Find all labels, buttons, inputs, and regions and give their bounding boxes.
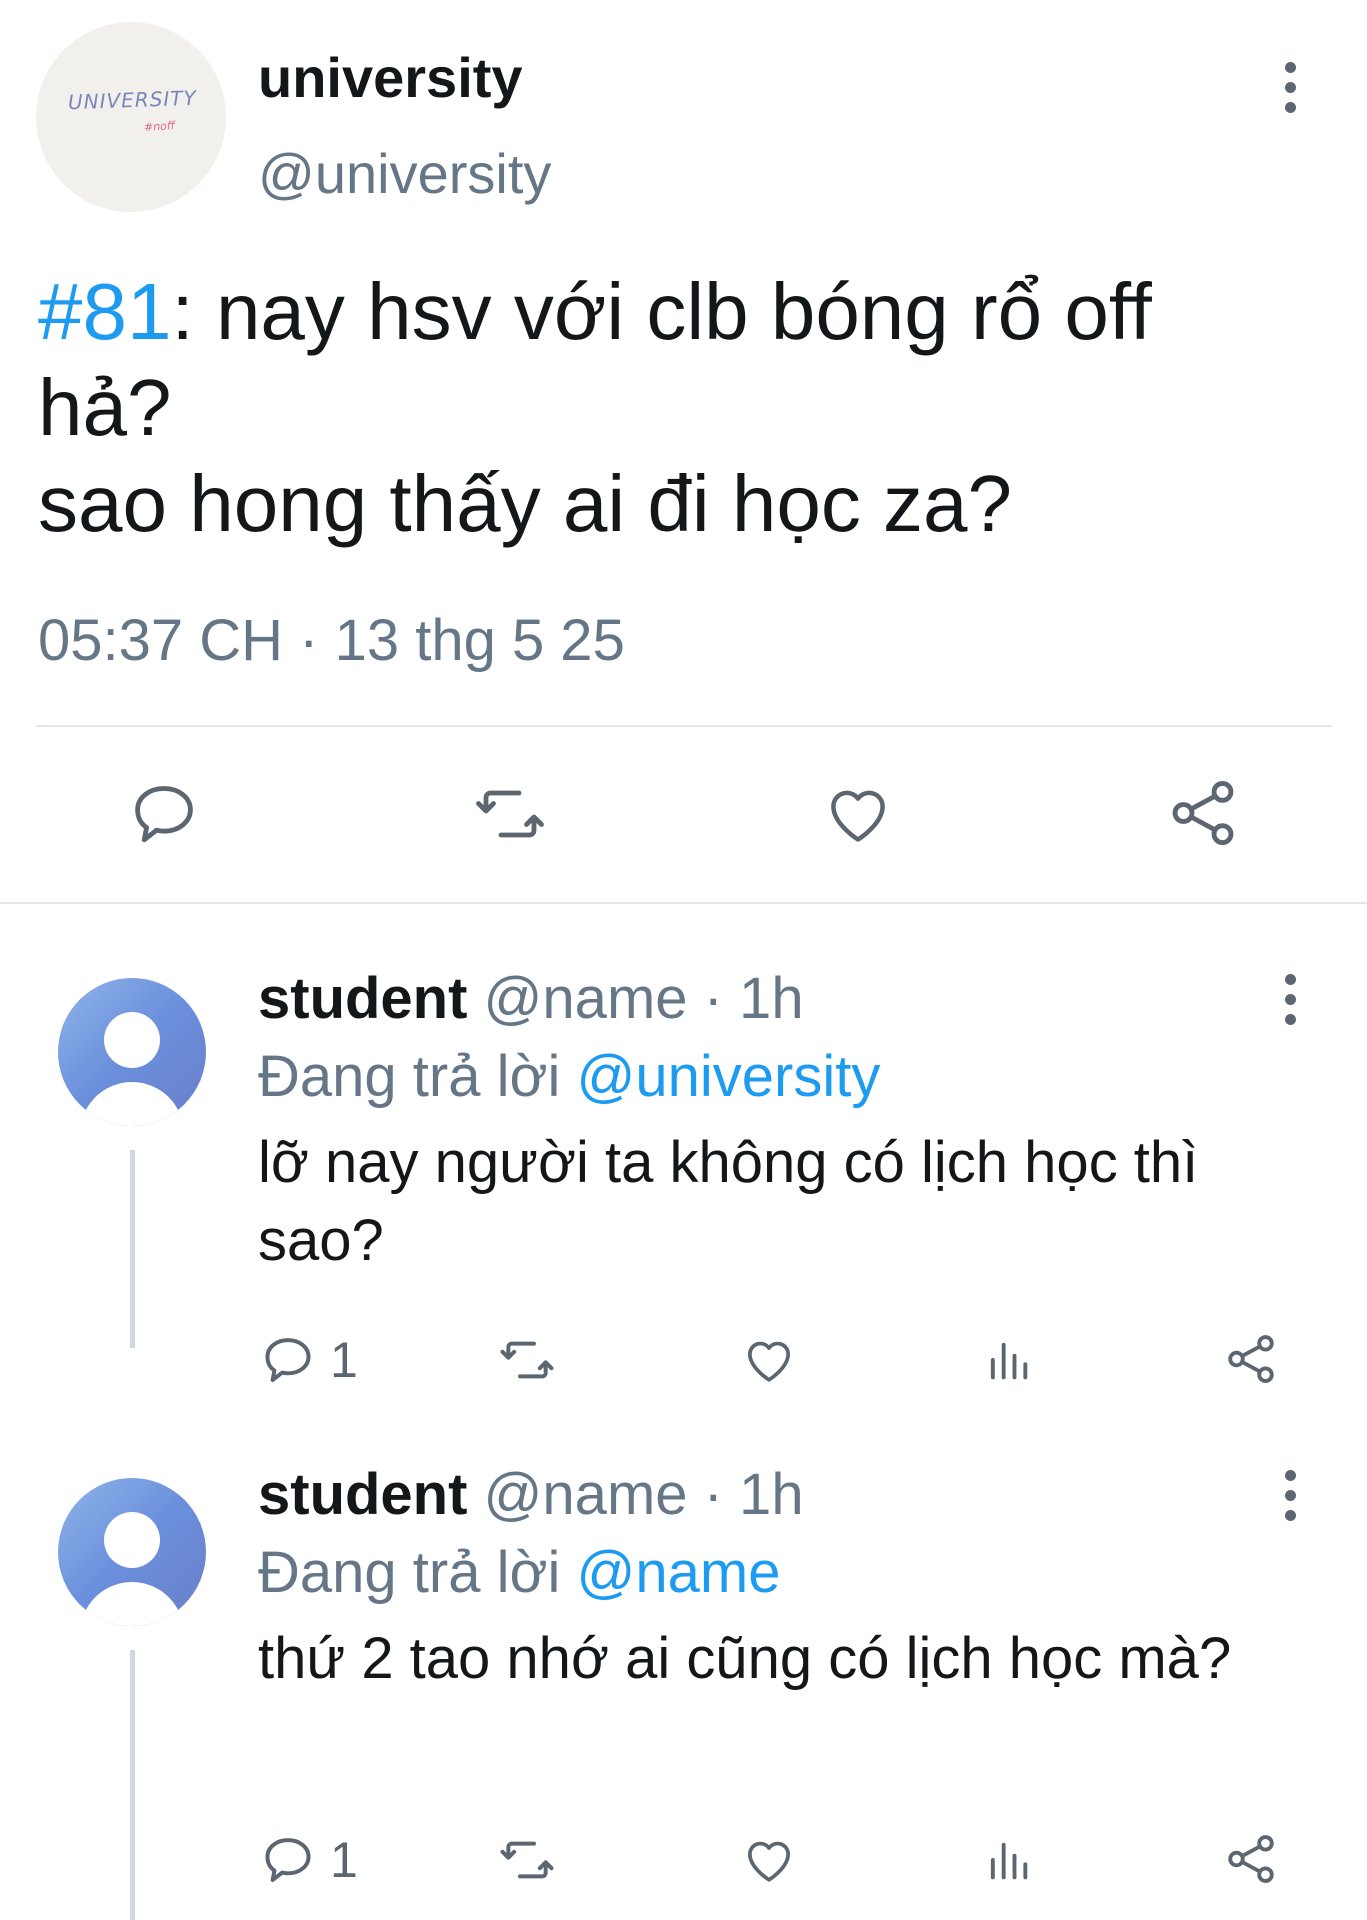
more-options-icon[interactable] bbox=[1268, 52, 1312, 122]
avatar-logo-text: UNIVERSITY bbox=[67, 85, 198, 115]
tweet-text-line-1: #81: nay hsv với clb bóng rổ off bbox=[38, 264, 1338, 360]
like-button[interactable] bbox=[740, 1832, 798, 1888]
avatar[interactable]: UNIVERSITY #noff bbox=[36, 22, 226, 212]
retweet-icon bbox=[500, 1341, 554, 1379]
reply-count: 1 bbox=[330, 1832, 358, 1888]
reply-header: student @name · 1h bbox=[258, 1460, 804, 1530]
reply-icon bbox=[265, 1338, 311, 1383]
retweet-icon bbox=[500, 1841, 554, 1879]
reply-button[interactable]: 1 bbox=[260, 1332, 358, 1388]
share-button[interactable] bbox=[1222, 1330, 1280, 1388]
analytics-button[interactable] bbox=[982, 1834, 1034, 1886]
mention-link[interactable]: @name bbox=[577, 1540, 781, 1605]
avatar[interactable] bbox=[58, 978, 206, 1126]
like-icon bbox=[747, 1841, 791, 1882]
tweet-text-line-1-rest: : nay hsv với clb bóng rổ off bbox=[171, 267, 1152, 356]
thread-line bbox=[130, 1650, 135, 1920]
reply-button[interactable]: 1 bbox=[260, 1832, 358, 1888]
thread-line bbox=[130, 1150, 135, 1348]
divider bbox=[36, 725, 1332, 727]
reply-button[interactable] bbox=[128, 778, 200, 850]
replying-to: Đang trả lời @name bbox=[258, 1538, 780, 1608]
replying-to-label: Đang trả lời bbox=[258, 1044, 577, 1109]
like-icon bbox=[831, 790, 885, 842]
more-options-icon[interactable] bbox=[1268, 964, 1312, 1034]
avatar[interactable] bbox=[58, 1478, 206, 1626]
avatar-logo-subtext: #noff bbox=[143, 118, 176, 135]
share-button[interactable] bbox=[1164, 774, 1242, 852]
reply-text: lỡ nay người ta không có lịch học thì sa… bbox=[258, 1130, 1199, 1273]
author-display-name[interactable]: student bbox=[258, 1462, 467, 1527]
author-display-name[interactable]: student bbox=[258, 966, 467, 1031]
analytics-button[interactable] bbox=[982, 1334, 1034, 1386]
retweet-button[interactable] bbox=[496, 1832, 558, 1888]
share-icon bbox=[1228, 1335, 1274, 1383]
more-options-icon[interactable] bbox=[1268, 1460, 1312, 1530]
share-icon bbox=[1228, 1835, 1274, 1883]
author-handle-time: @name · 1h bbox=[467, 1462, 804, 1527]
reply-tweet[interactable]: student @name · 1h Đang trả lời @name th… bbox=[0, 1404, 1367, 1920]
mention-link[interactable]: @university bbox=[577, 1044, 881, 1109]
share-button[interactable] bbox=[1222, 1830, 1280, 1888]
author-handle-time: @name · 1h bbox=[467, 966, 804, 1031]
author-display-name[interactable]: university bbox=[258, 44, 523, 112]
tweet-text-line-2: hả? bbox=[38, 363, 172, 452]
retweet-icon bbox=[476, 790, 544, 838]
tweet-text: #81: nay hsv với clb bóng rổ off hả? sao… bbox=[38, 264, 1338, 552]
reply-icon bbox=[135, 786, 193, 843]
retweet-button[interactable] bbox=[470, 778, 550, 850]
replying-to: Đang trả lời @university bbox=[258, 1042, 880, 1112]
like-button[interactable] bbox=[820, 778, 896, 850]
analytics-icon bbox=[990, 1342, 1028, 1380]
retweet-button[interactable] bbox=[496, 1332, 558, 1388]
like-button[interactable] bbox=[740, 1332, 798, 1388]
reply-count: 1 bbox=[330, 1332, 358, 1388]
tweet-timestamp[interactable]: 05:37 CH · 13 thg 5 25 bbox=[38, 606, 625, 676]
main-tweet: UNIVERSITY #noff university @university … bbox=[0, 0, 1367, 902]
like-icon bbox=[747, 1341, 791, 1382]
reply-tweet[interactable]: student @name · 1h Đang trả lời @univers… bbox=[0, 904, 1367, 1404]
reply-header: student @name · 1h bbox=[258, 964, 804, 1034]
reply-text: thứ 2 tao nhớ ai cũng có lịch học mà? bbox=[258, 1626, 1232, 1691]
author-handle[interactable]: @university bbox=[258, 140, 551, 208]
reply-icon bbox=[265, 1838, 311, 1883]
replying-to-label: Đang trả lời bbox=[258, 1540, 577, 1605]
share-icon bbox=[1172, 780, 1234, 846]
analytics-icon bbox=[990, 1842, 1028, 1880]
tweet-text-line-3: sao hong thấy ai đi học za? bbox=[38, 459, 1013, 548]
hashtag-link[interactable]: #81 bbox=[38, 267, 171, 356]
